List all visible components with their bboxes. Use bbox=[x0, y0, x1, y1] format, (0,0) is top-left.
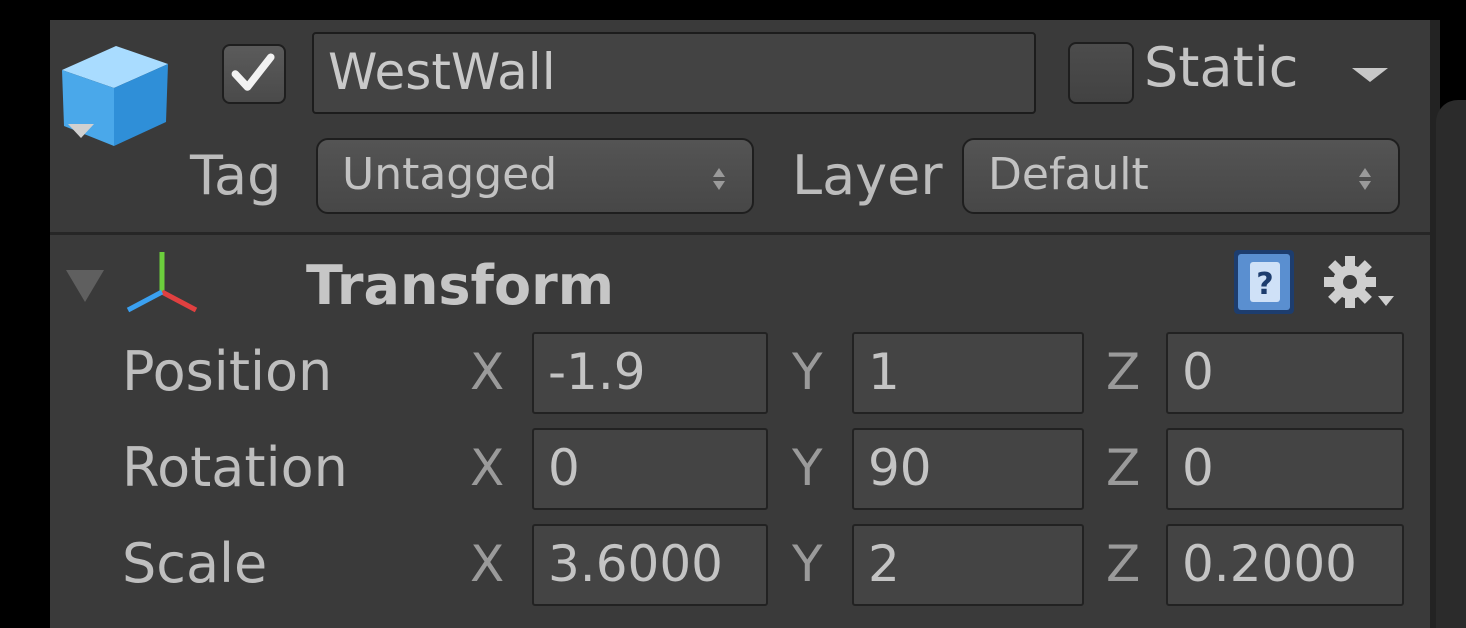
foldout-triangle-icon[interactable] bbox=[64, 266, 106, 306]
rotation-label: Rotation bbox=[122, 436, 348, 499]
scale-y-field[interactable]: 2 bbox=[852, 524, 1084, 606]
component-title[interactable]: Transform bbox=[306, 254, 614, 318]
axis-x-label[interactable]: X bbox=[470, 532, 504, 596]
tag-dropdown[interactable]: Untagged bbox=[316, 138, 754, 214]
updown-arrows-icon bbox=[1359, 168, 1371, 190]
rotation-y-field[interactable]: 90 bbox=[852, 428, 1084, 510]
axis-z-label[interactable]: Z bbox=[1106, 532, 1140, 596]
static-label: Static bbox=[1144, 36, 1299, 99]
divider bbox=[50, 232, 1430, 235]
axis-x-label[interactable]: X bbox=[470, 436, 504, 500]
active-checkbox[interactable] bbox=[222, 44, 286, 104]
checkmark-icon bbox=[231, 53, 275, 91]
layer-value: Default bbox=[988, 149, 1149, 200]
scale-label: Scale bbox=[122, 532, 268, 595]
axis-y-label[interactable]: Y bbox=[792, 340, 823, 404]
axis-y-label[interactable]: Y bbox=[792, 436, 823, 500]
chevron-down-icon[interactable] bbox=[1350, 66, 1390, 84]
svg-text:?: ? bbox=[1256, 267, 1273, 302]
axis-z-label[interactable]: Z bbox=[1106, 340, 1140, 404]
tag-label: Tag bbox=[190, 144, 282, 207]
cube-icon[interactable] bbox=[54, 38, 174, 153]
axis-z-label[interactable]: Z bbox=[1106, 436, 1140, 500]
scale-z-field[interactable]: 0.2000 bbox=[1166, 524, 1404, 606]
rotation-z-field[interactable]: 0 bbox=[1166, 428, 1404, 510]
updown-arrows-icon bbox=[713, 168, 725, 190]
position-label: Position bbox=[122, 340, 333, 403]
axis-y-label[interactable]: Y bbox=[792, 532, 823, 596]
static-checkbox[interactable] bbox=[1068, 42, 1134, 104]
axis-x-label[interactable]: X bbox=[470, 340, 504, 404]
scale-x-field[interactable]: 3.6000 bbox=[532, 524, 768, 606]
position-x-field[interactable]: -1.9 bbox=[532, 332, 768, 414]
position-y-field[interactable]: 1 bbox=[852, 332, 1084, 414]
axis-gizmo-icon bbox=[126, 252, 198, 313]
tag-value: Untagged bbox=[342, 149, 558, 200]
layer-dropdown[interactable]: Default bbox=[962, 138, 1400, 214]
position-z-field[interactable]: 0 bbox=[1166, 332, 1404, 414]
rotation-x-field[interactable]: 0 bbox=[532, 428, 768, 510]
scrollbar[interactable] bbox=[1436, 100, 1466, 628]
layer-label: Layer bbox=[792, 144, 943, 207]
help-book-icon[interactable]: ? bbox=[1228, 246, 1300, 318]
object-name-field[interactable]: WestWall bbox=[312, 32, 1036, 114]
gear-icon[interactable] bbox=[1322, 252, 1398, 312]
